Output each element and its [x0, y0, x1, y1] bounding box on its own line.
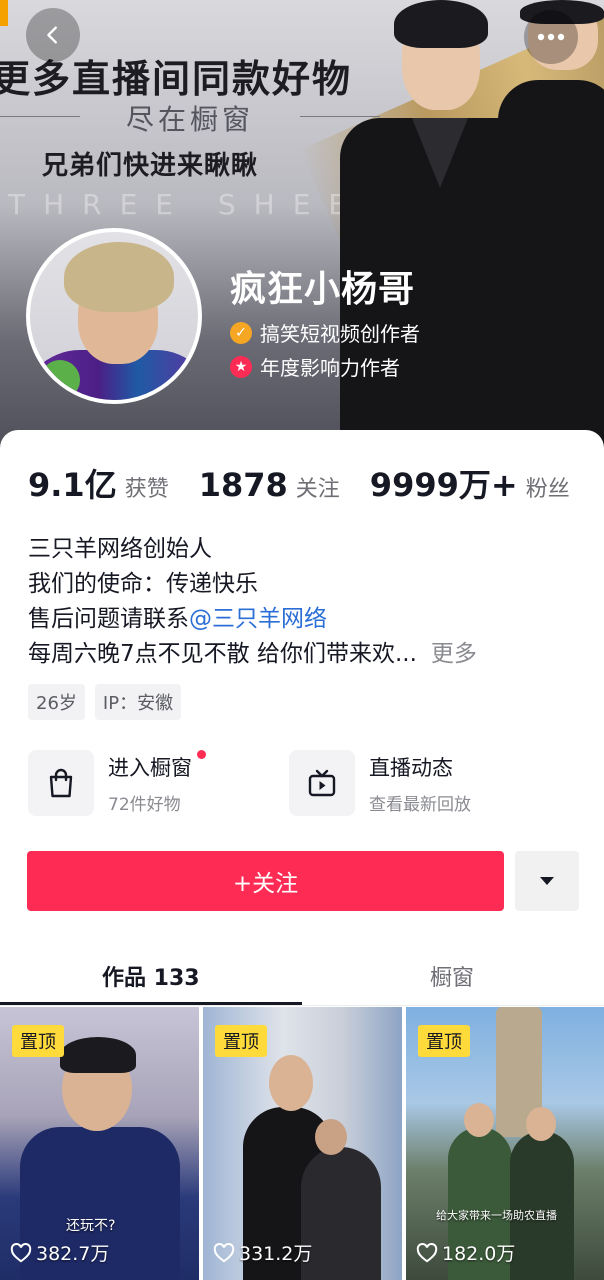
profile-banner: 更多直播间同款好物 尽在橱窗 兄弟们快进来瞅瞅 THREE SHEEP 疯狂小杨…	[0, 0, 604, 455]
notification-dot	[197, 749, 206, 759]
tab-shop-window[interactable]: 橱窗	[430, 960, 474, 992]
video-thumbnail[interactable]: 置顶 给大家带来一场助农直播 182.0万	[406, 1007, 604, 1280]
video-thumbnail[interactable]: 置顶 还玩不? 382.7万	[0, 1007, 199, 1280]
likes-label: 获赞	[124, 477, 169, 502]
banner-line3: 兄弟们快进来瞅瞅	[42, 151, 259, 181]
shopping-bag-icon	[28, 750, 94, 816]
thumbnail-figure	[269, 1055, 313, 1111]
followers-label[interactable]: 粉丝	[526, 471, 570, 503]
annual-award-badge-label: 年度影响力作者	[260, 356, 400, 380]
pinned-badge: 置顶	[215, 1025, 267, 1057]
heart-icon	[213, 1242, 235, 1262]
video-likes-count: 382.7万	[36, 1243, 110, 1265]
video-likes-count: 331.2万	[239, 1243, 313, 1265]
video-likes: 182.0万	[416, 1239, 515, 1266]
thumbnail-figure	[510, 1131, 574, 1280]
creator-badge-label: 搞笑短视频创作者	[260, 322, 420, 346]
thumbnail-figure	[315, 1119, 347, 1155]
video-likes-count: 182.0万	[442, 1243, 516, 1265]
pinned-badge: 置顶	[12, 1025, 64, 1057]
tab-divider	[0, 1005, 604, 1006]
live-tv-icon	[289, 750, 355, 816]
shop-window-subtitle: 72件好物	[108, 794, 181, 815]
thumbnail-figure	[464, 1103, 494, 1137]
bio-schedule-text: 每周六晚7点不见不散 给你们带来欢...	[28, 641, 417, 667]
tab-works[interactable]: 作品 133	[102, 960, 200, 992]
video-likes: 331.2万	[213, 1239, 312, 1266]
thumbnail-figure	[60, 1037, 136, 1073]
video-likes: 382.7万	[10, 1239, 109, 1266]
profile-card: 9.1亿 获赞 1878 关注 9999万+ 粉丝 三只羊网络创始人 我们的使命…	[0, 430, 604, 1280]
live-updates-entry[interactable]: 直播动态 查看最新回放	[289, 750, 471, 816]
video-thumbnail[interactable]: 置顶 331.2万	[203, 1007, 402, 1280]
follow-button[interactable]: +关注	[27, 851, 504, 911]
stats-row: 9.1亿 获赞 1878 关注 9999万+ 粉丝	[28, 460, 570, 506]
following-count[interactable]: 1878	[199, 466, 288, 504]
mention-link[interactable]: @三只羊网络	[189, 606, 327, 632]
live-updates-title: 直播动态	[369, 755, 453, 780]
avatar[interactable]	[26, 228, 202, 404]
heart-icon	[10, 1242, 32, 1262]
more-options-button[interactable]	[524, 10, 578, 64]
banner-accent	[0, 0, 8, 26]
active-tab-indicator	[0, 1002, 302, 1005]
shop-window-title: 进入橱窗	[108, 749, 206, 782]
bio-more-link[interactable]: 更多	[431, 641, 477, 667]
bio: 三只羊网络创始人 我们的使命：传递快乐 售后问题请联系@三只羊网络 每周六晚7点…	[28, 532, 477, 672]
bio-line: 每周六晚7点不见不散 给你们带来欢... 更多	[28, 637, 477, 672]
video-caption: 给大家带来一场助农直播	[436, 1209, 557, 1222]
bio-line: 三只羊网络创始人	[28, 536, 212, 562]
annual-award-badge[interactable]: ★ 年度影响力作者	[230, 352, 400, 381]
banner-subline: 尽在橱窗	[0, 98, 380, 138]
bio-line: 我们的使命：传递快乐	[28, 571, 258, 597]
bio-contact-text: 售后问题请联系	[28, 606, 189, 632]
likes-count: 9.1亿	[28, 466, 117, 504]
bio-line: 售后问题请联系@三只羊网络	[28, 602, 477, 637]
thumbnail-figure	[301, 1147, 381, 1280]
chevron-left-icon	[47, 26, 57, 44]
recommend-dropdown-button[interactable]	[515, 851, 579, 911]
ip-location-tag: IP：安徽	[94, 684, 182, 720]
verified-check-icon: ✓	[230, 321, 252, 344]
live-updates-subtitle: 查看最新回放	[369, 794, 471, 815]
profile-name: 疯狂小杨哥	[230, 269, 416, 310]
creator-badge[interactable]: ✓ 搞笑短视频创作者	[230, 318, 420, 347]
followers-count[interactable]: 9999万+	[370, 460, 518, 506]
age-tag: 26岁	[28, 684, 85, 720]
more-dots-icon	[537, 33, 565, 41]
thumbnail-figure	[526, 1107, 556, 1141]
heart-icon	[416, 1242, 438, 1262]
star-badge-icon: ★	[230, 355, 252, 378]
profile-tags: 26岁 IP：安徽	[28, 684, 182, 720]
back-button[interactable]	[26, 8, 80, 62]
video-caption: 还玩不?	[66, 1218, 116, 1234]
shop-window-entry[interactable]: 进入橱窗 72件好物	[28, 749, 206, 816]
caret-down-icon	[540, 877, 554, 885]
following-label[interactable]: 关注	[296, 471, 340, 503]
pinned-badge: 置顶	[418, 1025, 470, 1057]
